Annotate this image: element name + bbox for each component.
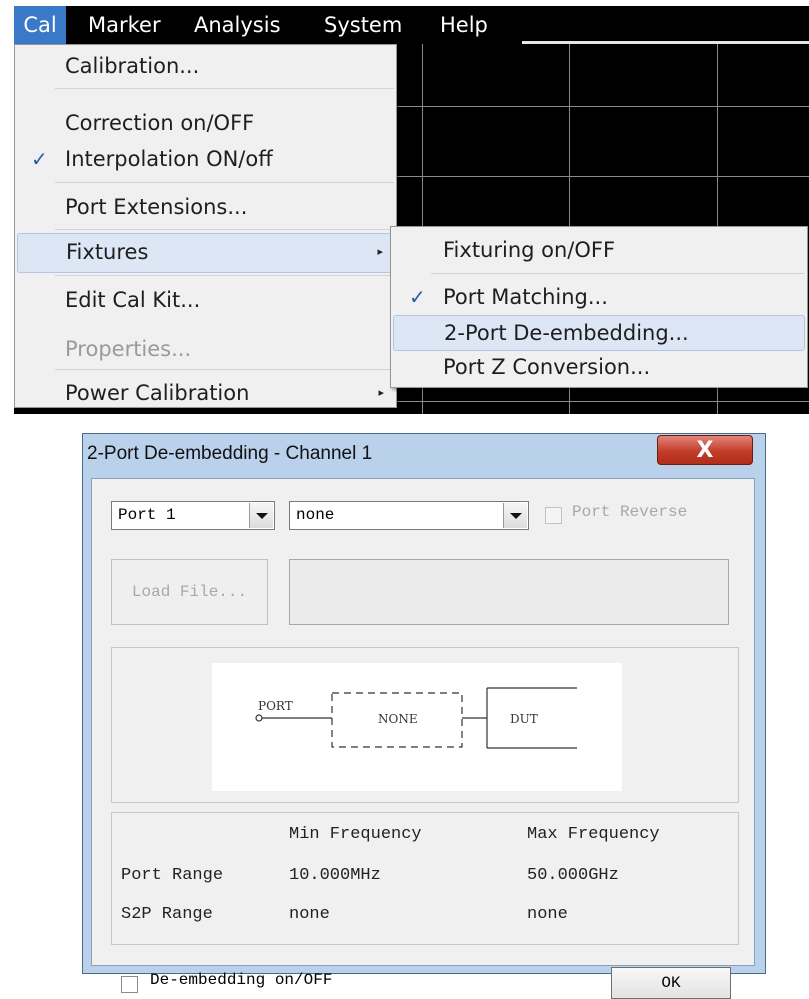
chevron-down-icon[interactable]: [503, 503, 527, 528]
menu-item-fixturing[interactable]: Fixturing on/OFF: [393, 232, 805, 268]
menu-marker[interactable]: Marker: [88, 6, 161, 44]
menu-item-label: Fixtures: [66, 240, 149, 264]
port-reverse-checkbox: [545, 507, 562, 524]
port-range-label: Port Range: [121, 866, 224, 885]
port-select[interactable]: Port 1: [111, 501, 275, 530]
menu-separator: [55, 229, 394, 230]
port-range-min: 10.000MHz: [289, 866, 381, 885]
submenu-arrow-icon: ▸: [377, 245, 383, 258]
port-terminal: [255, 714, 263, 722]
dialog-title-bar[interactable]: 2-Port De-embedding - Channel 1 X: [83, 434, 765, 474]
load-file-button: Load File...: [111, 559, 268, 625]
submenu-arrow-icon: ▸: [378, 386, 384, 399]
menu-separator: [431, 273, 805, 274]
menu-separator: [55, 88, 394, 89]
port-select-value: Port 1: [118, 506, 176, 524]
deembedding-dialog: 2-Port De-embedding - Channel 1 X Port 1…: [82, 433, 766, 999]
menu-bar: Cal Marker Analysis System Help: [14, 6, 809, 44]
menu-item-label: Port Extensions...: [65, 195, 248, 219]
menu-item-port-z-conversion[interactable]: Port Z Conversion...: [393, 349, 805, 385]
menu-item-properties: Properties...: [17, 331, 394, 367]
fixture-file-select[interactable]: none: [289, 501, 529, 530]
grid-line: [395, 106, 809, 107]
diagram-port-label: PORT: [258, 699, 293, 713]
close-button[interactable]: X: [657, 435, 753, 465]
menu-item-edit-cal-kit[interactable]: Edit Cal Kit...: [17, 282, 394, 318]
load-file-label: Load File...: [131, 583, 248, 601]
deembedding-checkbox[interactable]: [121, 976, 138, 993]
menu-item-label: 2-Port De-embedding...: [444, 321, 689, 345]
checkmark-icon: ✓: [409, 285, 426, 309]
s2p-range-max: none: [527, 905, 568, 924]
ok-label: OK: [661, 974, 681, 992]
fixtures-submenu: Fixturing on/OFF ✓ Port Matching... 2-Po…: [390, 226, 808, 388]
menu-separator: [55, 182, 394, 183]
menu-item-fixtures[interactable]: Fixtures ▸: [17, 233, 394, 273]
menu-item-label: Calibration...: [65, 54, 200, 78]
menu-item-correction[interactable]: Correction on/OFF: [17, 105, 394, 141]
menu-item-2port-deembedding[interactable]: 2-Port De-embedding...: [393, 315, 805, 351]
menu-cal[interactable]: Cal: [14, 6, 66, 44]
dialog-body: Port 1 none Port Reverse Load File... PO…: [91, 478, 755, 999]
diagram-dut-label: DUT: [510, 712, 538, 726]
s2p-range-min: none: [289, 905, 330, 924]
fixture-select-value: none: [296, 506, 335, 524]
close-icon: X: [696, 438, 714, 463]
checkmark-icon: ✓: [31, 147, 48, 171]
max-frequency-header: Max Frequency: [527, 825, 660, 844]
frequency-range-group: Min Frequency Max Frequency Port Range 1…: [111, 812, 739, 945]
menu-item-calibration[interactable]: Calibration...: [17, 48, 394, 84]
menu-separator: [55, 275, 394, 276]
menu-item-port-extensions[interactable]: Port Extensions...: [17, 189, 394, 225]
diagram-group: PORT NONE DUT: [111, 647, 739, 803]
menu-item-label: Port Z Conversion...: [443, 355, 651, 379]
grid-line: [395, 176, 809, 177]
menu-item-label: Port Matching...: [443, 285, 608, 309]
menu-item-interpolation[interactable]: ✓ Interpolation ON/off: [17, 141, 394, 177]
menu-item-label: Interpolation ON/off: [65, 147, 273, 171]
diagram-fixture-label: NONE: [378, 712, 418, 726]
menu-item-power-calibration[interactable]: Power Calibration ▸: [17, 375, 394, 411]
ok-button[interactable]: OK: [611, 967, 731, 999]
port-range-max: 50.000GHz: [527, 866, 619, 885]
menu-help[interactable]: Help: [440, 6, 488, 44]
s2p-range-label: S2P Range: [121, 905, 213, 924]
menu-item-port-matching[interactable]: ✓ Port Matching...: [393, 279, 805, 315]
menubar-divider: [522, 41, 809, 44]
port-reverse-label: Port Reverse: [572, 503, 688, 521]
dialog-title: 2-Port De-embedding - Channel 1: [87, 443, 373, 464]
menu-item-label: Power Calibration: [65, 381, 250, 405]
cal-menu: Calibration... Correction on/OFF ✓ Inter…: [14, 44, 397, 408]
menu-item-label: Properties...: [65, 337, 192, 361]
file-path-field: [289, 559, 729, 625]
menu-analysis[interactable]: Analysis: [194, 6, 281, 44]
instrument-display: Cal Marker Analysis System Help Calibrat…: [14, 6, 809, 414]
menu-item-label: Correction on/OFF: [65, 111, 255, 135]
menu-item-label: Edit Cal Kit...: [65, 288, 201, 312]
menu-system[interactable]: System: [324, 6, 402, 44]
grid-line: [395, 401, 809, 402]
chevron-down-icon[interactable]: [249, 503, 273, 528]
menu-item-label: Fixturing on/OFF: [443, 238, 616, 262]
menu-separator: [55, 369, 394, 370]
deembedding-diagram: PORT NONE DUT: [212, 663, 622, 791]
min-frequency-header: Min Frequency: [289, 825, 422, 844]
